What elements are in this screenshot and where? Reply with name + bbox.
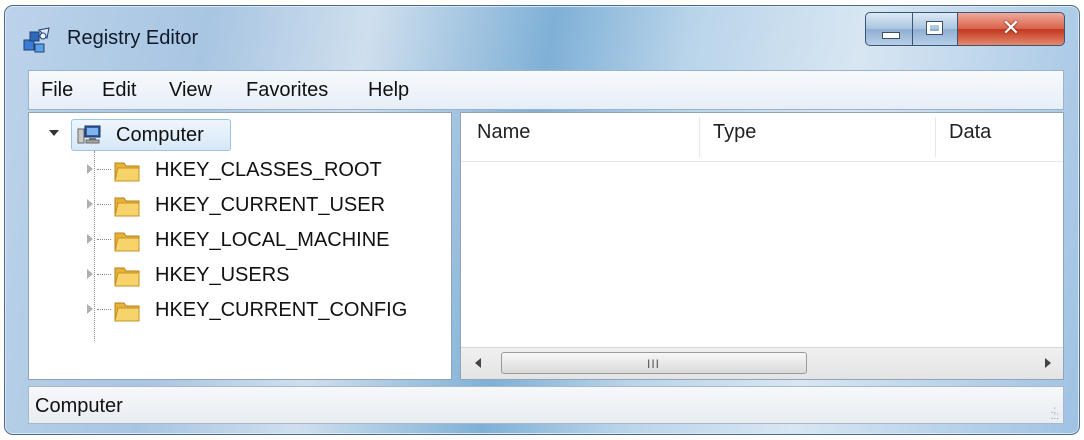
folder-icon bbox=[114, 197, 140, 217]
minimize-icon bbox=[882, 32, 900, 39]
scroll-right-arrow-icon[interactable] bbox=[1045, 358, 1051, 368]
menu-bar: File Edit View Favorites Help bbox=[28, 70, 1064, 110]
menu-favorites[interactable]: Favorites bbox=[244, 79, 330, 102]
tree-node-hkey-classes-root[interactable]: HKEY_CLASSES_ROOT bbox=[87, 155, 447, 187]
expand-arrow-icon[interactable] bbox=[87, 269, 93, 279]
tree-connector-line bbox=[97, 239, 111, 240]
tree-node-label: Computer bbox=[116, 124, 204, 146]
tree-node-label: HKEY_CLASSES_ROOT bbox=[155, 159, 382, 181]
registry-editor-icon bbox=[23, 27, 50, 53]
tree-connector-line bbox=[97, 169, 111, 170]
folder-icon bbox=[114, 232, 140, 252]
maximize-icon bbox=[926, 21, 943, 35]
menu-file[interactable]: File bbox=[39, 79, 75, 102]
tree-node-label: HKEY_CURRENT_CONFIG bbox=[155, 299, 408, 321]
close-icon: ✕ bbox=[1001, 15, 1021, 40]
minimize-button[interactable] bbox=[865, 12, 913, 46]
scrollbar-thumb[interactable]: III bbox=[501, 352, 807, 374]
tree-node-label: HKEY_CURRENT_USER bbox=[155, 194, 386, 216]
column-header-name[interactable]: Name bbox=[477, 121, 530, 161]
tree-node-hkey-current-config[interactable]: HKEY_CURRENT_CONFIG bbox=[87, 295, 447, 327]
menu-edit[interactable]: Edit bbox=[100, 79, 138, 102]
scroll-left-arrow-icon[interactable] bbox=[475, 358, 481, 368]
horizontal-scrollbar[interactable]: III bbox=[461, 347, 1063, 379]
window-title: Registry Editor bbox=[67, 27, 199, 49]
tree-connector-line bbox=[97, 274, 111, 275]
tree-node-computer[interactable]: Computer bbox=[71, 119, 231, 151]
values-list[interactable]: Name Type Data III bbox=[460, 112, 1064, 380]
folder-icon bbox=[114, 162, 140, 182]
column-divider[interactable] bbox=[699, 117, 700, 157]
menu-help[interactable]: Help bbox=[366, 79, 411, 102]
expand-arrow-icon[interactable] bbox=[87, 234, 93, 244]
tree-node-label: HKEY_USERS bbox=[155, 264, 290, 286]
folder-icon bbox=[114, 302, 140, 322]
tree-node-label: HKEY_LOCAL_MACHINE bbox=[155, 229, 390, 251]
column-header-data[interactable]: Data bbox=[949, 121, 991, 161]
expand-arrow-icon[interactable] bbox=[87, 164, 93, 174]
status-text: Computer bbox=[35, 395, 123, 417]
maximize-button[interactable] bbox=[912, 12, 958, 46]
resize-grip-icon[interactable]: .:.:: bbox=[1051, 406, 1059, 422]
registry-editor-window: Registry Editor ✕ File Edit View Favorit… bbox=[4, 5, 1080, 435]
column-header-type[interactable]: Type bbox=[713, 121, 756, 161]
status-bar: Computer .:.:: bbox=[28, 386, 1064, 424]
tree-node-hkey-users[interactable]: HKEY_USERS bbox=[87, 260, 447, 292]
expand-arrow-icon[interactable] bbox=[87, 304, 93, 314]
collapse-arrow-icon[interactable] bbox=[49, 130, 59, 136]
tree-node-hkey-current-user[interactable]: HKEY_CURRENT_USER bbox=[87, 190, 447, 222]
tree-connector-line bbox=[97, 309, 111, 310]
scrollbar-grip: III bbox=[647, 357, 661, 371]
registry-tree[interactable]: Computer HKEY_CLASSES_ROOT HKEY_CURRENT_… bbox=[28, 112, 452, 380]
tree-node-hkey-local-machine[interactable]: HKEY_LOCAL_MACHINE bbox=[87, 225, 447, 257]
tree-connector-line bbox=[97, 204, 111, 205]
computer-icon bbox=[77, 125, 101, 144]
folder-icon bbox=[114, 267, 140, 287]
column-divider[interactable] bbox=[935, 117, 936, 157]
expand-arrow-icon[interactable] bbox=[87, 199, 93, 209]
menu-view[interactable]: View bbox=[167, 79, 214, 102]
column-header-row: Name Type Data bbox=[461, 113, 1063, 162]
close-button[interactable]: ✕ bbox=[957, 12, 1065, 46]
title-bar[interactable]: Registry Editor ✕ bbox=[5, 6, 1079, 68]
